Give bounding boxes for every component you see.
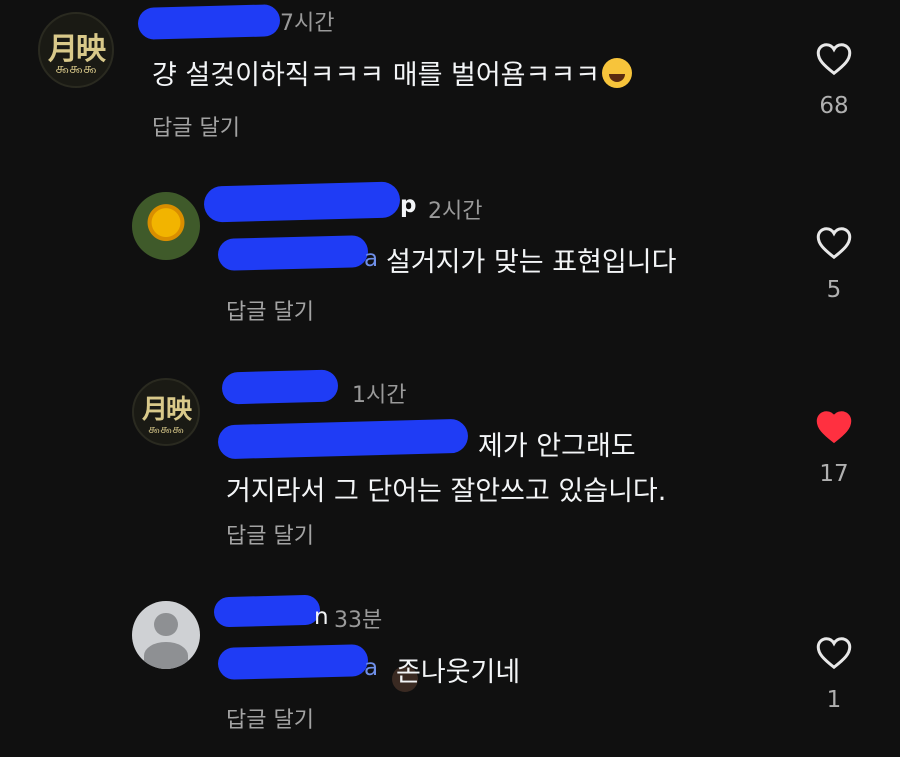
- heart-outline-icon[interactable]: [816, 636, 852, 670]
- comment-item: n 33분 a 존나웃기네 답글 달기 1: [0, 0, 900, 757]
- reply-button[interactable]: 답글 달기: [226, 702, 314, 734]
- like-count: 1: [826, 687, 842, 713]
- default-user-avatar-icon[interactable]: [132, 601, 200, 669]
- comment-thread: 月映 ௯௯௯ 7시간 걍 설겆이하직ㅋㅋㅋ 매를 벌어욤ㅋㅋㅋ 답글 달기 68…: [0, 0, 900, 757]
- username-tail: n: [314, 604, 329, 630]
- mention-tail: a: [364, 655, 379, 681]
- comment-text: 존나웃기네: [396, 657, 521, 688]
- redacted-username: [213, 594, 321, 628]
- redacted-mention: [217, 644, 369, 680]
- comment-timestamp: 33분: [334, 608, 383, 633]
